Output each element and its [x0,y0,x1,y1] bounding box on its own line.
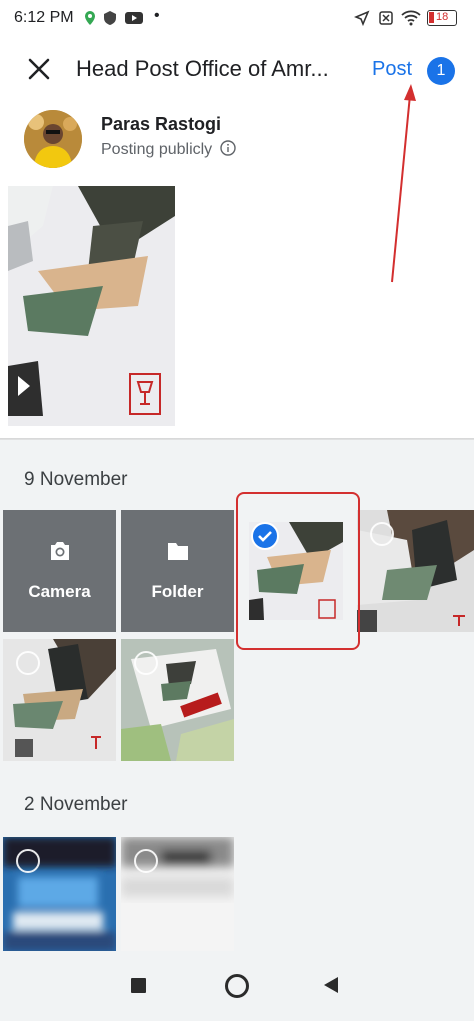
status-bar: 6:12 PM • 18 [0,0,474,38]
folder-label: Folder [151,582,204,601]
posting-visibility: Posting publicly [101,140,236,159]
camera-icon [51,542,69,560]
date-header: 9 November [24,469,128,490]
select-circle[interactable] [16,849,40,873]
battery-level: 18 [436,11,449,23]
place-title: Head Post Office of Amr... [76,56,329,81]
back-icon[interactable] [323,976,339,994]
youtube-icon [125,12,143,24]
location-icon [354,10,370,26]
folder-icon [168,543,188,560]
select-circle[interactable] [134,651,158,675]
battery-icon: 18 [427,10,457,26]
status-time: 6:12 PM [14,9,74,26]
photo-tile[interactable] [121,639,234,761]
recents-icon[interactable] [131,978,146,993]
shield-icon [104,11,116,25]
selected-photo-preview [8,186,175,426]
avatar [24,110,82,168]
info-icon[interactable] [219,140,236,156]
selected-count-badge: 1 [427,57,455,85]
photo-tile[interactable] [3,639,116,761]
system-nav-bar [0,951,474,1021]
date-header: 2 November [24,794,128,815]
user-name: Paras Rastogi [101,114,222,134]
folder-tile[interactable]: Folder [121,510,234,632]
select-circle[interactable] [16,651,40,675]
close-icon[interactable] [26,56,52,82]
home-icon[interactable] [225,974,249,998]
camera-tile[interactable]: Camera [3,510,116,632]
camera-label: Camera [28,582,91,601]
posting-visibility-label: Posting publicly [101,141,213,158]
no-sim-icon [379,11,393,25]
more-notifications-dot: • [154,7,160,24]
photo-tile[interactable] [121,837,234,951]
highlight-box [236,492,360,650]
select-circle[interactable] [370,522,394,546]
photo-tile[interactable] [3,837,116,951]
photo-tile[interactable] [357,510,474,632]
maps-icon [85,11,95,25]
post-button[interactable]: Post [372,58,412,81]
wifi-icon [401,10,421,26]
select-circle[interactable] [134,849,158,873]
